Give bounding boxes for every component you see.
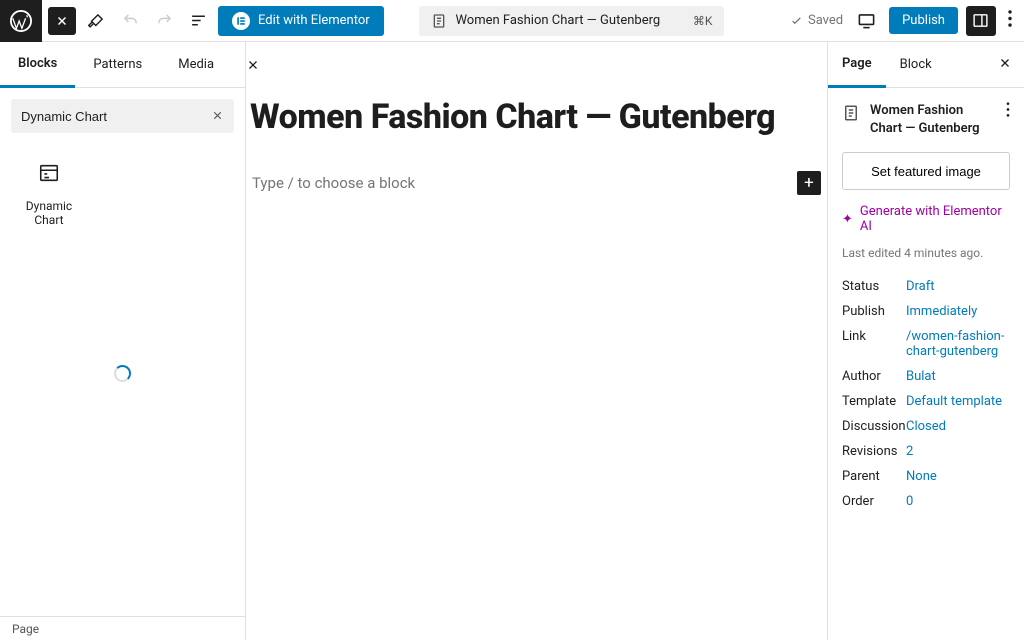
summary-row-template: Template Default template	[842, 389, 1010, 414]
block-placeholder-text: Type / to choose a block	[252, 174, 415, 192]
page-title[interactable]: Women Fashion Chart — Gutenberg	[250, 97, 823, 137]
summary-row-publish: Publish Immediately	[842, 299, 1010, 324]
view-responsive-icon[interactable]	[851, 6, 881, 36]
page-actions-icon[interactable]	[1006, 102, 1010, 121]
inserter-panel: Blocks Patterns Media Dynamic Chart	[0, 42, 246, 640]
summary-value-order[interactable]: 0	[906, 494, 913, 509]
block-search-field[interactable]	[21, 109, 211, 124]
document-title-bar[interactable]: Women Fashion Chart — Gutenberg ⌘K	[419, 6, 724, 36]
summary-value-template[interactable]: Default template	[906, 394, 1002, 409]
summary-row-discussion: Discussion Closed	[842, 414, 1010, 439]
summary-value-parent[interactable]: None	[906, 469, 937, 484]
search-clear-icon[interactable]	[211, 107, 224, 126]
summary-value-discussion[interactable]: Closed	[906, 419, 946, 434]
document-title: Women Fashion Chart — Gutenberg	[455, 13, 660, 28]
summary-value-revisions[interactable]: 2	[906, 444, 913, 459]
summary-key: Template	[842, 394, 900, 409]
wordpress-logo[interactable]	[0, 0, 42, 42]
editor-canvas[interactable]: Women Fashion Chart — Gutenberg Type / t…	[246, 42, 827, 640]
elementor-icon	[232, 12, 250, 30]
summary-key: Parent	[842, 469, 900, 484]
loading-spinner	[114, 365, 131, 382]
settings-close-icon[interactable]	[986, 55, 1024, 74]
settings-page-title: Women Fashion Chart — Gutenberg	[870, 102, 996, 138]
generate-with-ai-link[interactable]: ✦ Generate with Elementor AI	[842, 204, 1010, 234]
summary-key: Order	[842, 494, 900, 509]
summary-key: Publish	[842, 304, 900, 319]
summary-key: Discussion	[842, 419, 900, 434]
tab-page[interactable]: Page	[828, 43, 886, 88]
topbar: Edit with Elementor Women Fashion Chart …	[0, 0, 1024, 42]
page-icon	[431, 13, 447, 29]
tab-blocks[interactable]: Blocks	[0, 43, 75, 88]
summary-key: Link	[842, 329, 900, 344]
summary-value-link[interactable]: /women-fashion-chart-gutenberg	[906, 329, 1010, 359]
summary-value-publish[interactable]: Immediately	[906, 304, 977, 319]
tools-icon[interactable]	[82, 7, 110, 35]
options-menu-icon[interactable]	[1004, 6, 1016, 35]
settings-sidebar-toggle[interactable]	[966, 6, 996, 36]
check-icon	[790, 14, 803, 27]
summary-row-parent: Parent None	[842, 464, 1010, 489]
last-edited-text: Last edited 4 minutes ago.	[842, 246, 1010, 260]
summary-value-status[interactable]: Draft	[906, 279, 935, 294]
block-result-dynamic-chart[interactable]: Dynamic Chart	[10, 152, 88, 237]
summary-row-revisions: Revisions 2	[842, 439, 1010, 464]
page-icon	[842, 104, 860, 126]
summary-row-order: Order 0	[842, 489, 1010, 514]
elementor-label: Edit with Elementor	[258, 13, 370, 28]
summary-row-author: Author Bulat	[842, 364, 1010, 389]
settings-tabs: Page Block	[828, 42, 1024, 88]
summary-key: Status	[842, 279, 900, 294]
sparkle-icon: ✦	[842, 212, 853, 227]
block-search-input[interactable]	[11, 99, 234, 133]
tab-patterns[interactable]: Patterns	[75, 42, 160, 87]
default-block-appender[interactable]: Type / to choose a block +	[250, 171, 823, 195]
ai-label: Generate with Elementor AI	[860, 204, 1010, 234]
saved-status: Saved	[790, 13, 843, 28]
settings-panel: Page Block Women Fashion Chart — Gutenbe…	[827, 42, 1024, 640]
inserter-close-icon[interactable]	[232, 42, 274, 87]
close-button[interactable]	[48, 7, 76, 35]
edit-with-elementor-button[interactable]: Edit with Elementor	[218, 6, 384, 36]
inserter-tabs: Blocks Patterns Media	[0, 42, 245, 88]
summary-value-author[interactable]: Bulat	[906, 369, 936, 384]
summary-row-link: Link/women-fashion-chart-gutenberg	[842, 324, 1010, 364]
publish-label: Publish	[902, 13, 945, 28]
undo-icon[interactable]	[116, 7, 144, 35]
chart-icon	[38, 162, 60, 189]
set-featured-image-button[interactable]: Set featured image	[842, 152, 1010, 190]
command-shortcut: ⌘K	[693, 14, 713, 28]
summary-key: Revisions	[842, 444, 900, 459]
document-overview-icon[interactable]	[184, 7, 212, 35]
summary-key: Author	[842, 369, 900, 384]
saved-label: Saved	[808, 13, 843, 28]
publish-button[interactable]: Publish	[889, 7, 958, 34]
breadcrumb[interactable]: Page	[0, 616, 245, 640]
redo-icon[interactable]	[150, 7, 178, 35]
tab-media[interactable]: Media	[160, 42, 232, 87]
block-result-label: Dynamic Chart	[16, 199, 82, 227]
add-block-button[interactable]: +	[797, 171, 821, 195]
summary-row-status: Status Draft	[842, 274, 1010, 299]
tab-block[interactable]: Block	[886, 42, 946, 87]
